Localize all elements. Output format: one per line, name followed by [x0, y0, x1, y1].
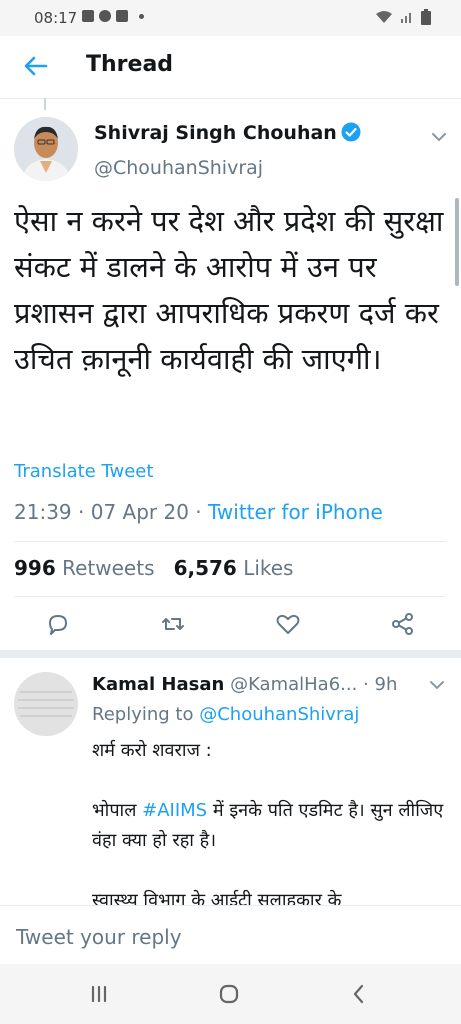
retweets-count: 996 [14, 556, 56, 580]
replying-to-handle-link[interactable]: @ChouhanShivraj [199, 704, 359, 725]
reply-text: शर्म करो शवराज : भोपाल #AIIMS में इनके प… [92, 736, 448, 916]
youtube-notification-icon [116, 10, 128, 22]
author-name[interactable]: Shivraj Singh Chouhan [94, 122, 361, 144]
wifi-icon [376, 11, 392, 23]
chevron-down-icon[interactable] [430, 130, 448, 144]
status-bar: 08:17 [0, 0, 461, 36]
back-arrow-icon[interactable] [18, 48, 54, 84]
divider [14, 541, 446, 542]
author-handle[interactable]: @ChouhanShivraj [94, 157, 263, 179]
compose-bar [0, 906, 461, 964]
thread-connector-line [44, 98, 46, 110]
recent-apps-icon[interactable] [84, 979, 114, 1009]
reply-header: Kamal Hasan @KamalHa6... · 9h [92, 674, 397, 695]
replying-to-prefix: Replying to [92, 704, 194, 725]
reply-input[interactable] [14, 918, 448, 956]
signal-icon [401, 13, 411, 23]
reply-line-1: शर्म करो शवराज : [92, 740, 212, 761]
notification-icons [82, 10, 144, 22]
hashtag-link[interactable]: #AIIMS [142, 800, 207, 821]
back-nav-icon[interactable] [344, 979, 374, 1009]
likes-stat[interactable]: 6,576 Likes [174, 556, 294, 580]
system-icons [375, 9, 431, 25]
like-heart-icon[interactable] [274, 610, 302, 638]
tweet-date: 07 Apr 20 [90, 500, 189, 524]
tweet-source-link[interactable]: Twitter for iPhone [208, 500, 383, 524]
status-time: 08:17 [34, 9, 78, 27]
translate-tweet-link[interactable]: Translate Tweet [14, 461, 153, 482]
reply-time: 9h [374, 674, 398, 695]
page-title: Thread [86, 52, 174, 77]
home-icon[interactable] [214, 979, 244, 1009]
reply-author-name[interactable]: Kamal Hasan [92, 674, 224, 695]
app-header: Thread [0, 36, 461, 99]
facebook-notification-icon [99, 10, 111, 22]
scrollbar[interactable] [455, 198, 459, 286]
avatar-placeholder-icon [14, 672, 78, 736]
share-icon[interactable] [389, 610, 417, 638]
avatar-portrait-icon [14, 117, 78, 181]
reply-icon[interactable] [44, 610, 72, 638]
tweet-time: 21:39 [14, 500, 72, 524]
replying-to: Replying to @ChouhanShivraj [92, 704, 359, 725]
system-navigation-bar [0, 964, 461, 1024]
reply-time-separator: · [357, 674, 375, 695]
battery-icon [421, 9, 431, 25]
retweets-stat[interactable]: 996 Retweets [14, 556, 154, 580]
reply-author-handle[interactable]: @KamalHa6... [230, 674, 357, 695]
likes-count: 6,576 [173, 556, 237, 580]
reply-author-avatar[interactable] [14, 672, 78, 736]
tweet-text: ऐसा न करने पर देश और प्रदेश की सुरक्षा स… [14, 204, 444, 376]
verified-badge-icon [341, 122, 361, 142]
reply-line-2-pre: भोपाल [92, 800, 143, 821]
author-avatar[interactable] [14, 117, 78, 181]
retweet-icon[interactable] [159, 610, 187, 638]
author-name-text: Shivraj Singh Chouhan [94, 122, 337, 144]
more-notifications-dot-icon [139, 13, 144, 19]
tweet-meta: 21:39 · 07 Apr 20 · Twitter for iPhone [14, 500, 383, 524]
chevron-down-icon[interactable] [428, 678, 446, 692]
divider [14, 596, 446, 597]
section-separator [0, 650, 461, 658]
gallery-notification-icon [82, 10, 94, 22]
tweet-actions [0, 602, 461, 646]
tweet-stats: 996 Retweets 6,576 Likes [14, 556, 293, 580]
likes-label: Likes [243, 556, 294, 580]
retweets-label: Retweets [62, 556, 155, 580]
